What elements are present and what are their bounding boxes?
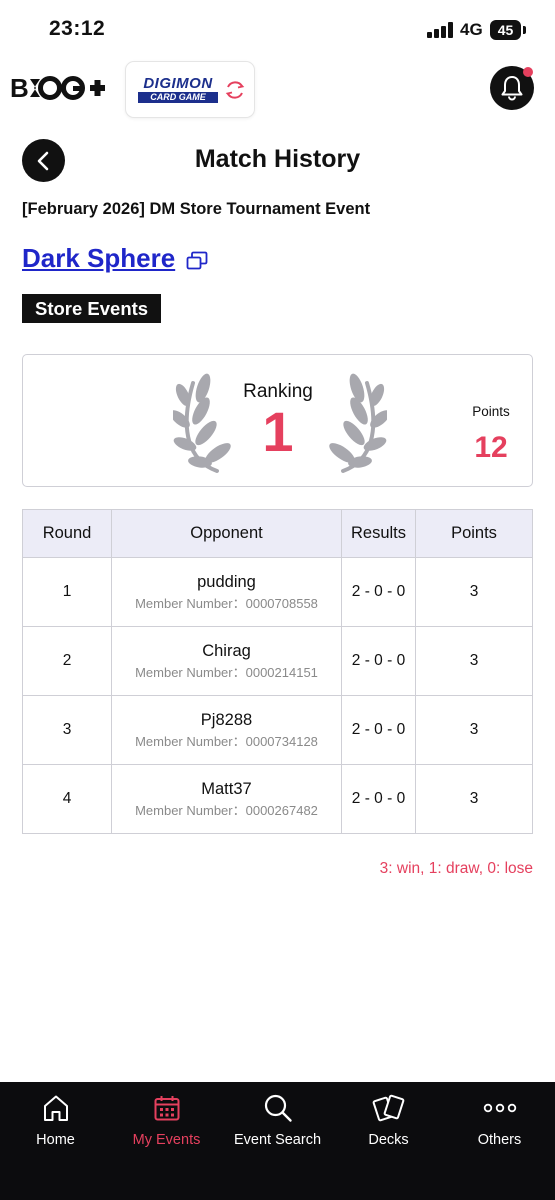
member-number: Member Number：0000214151 [135, 665, 318, 680]
opponent-cell: Pj8288 Member Number：0000734128 [111, 695, 342, 765]
bottom-nav: Home My Events Event Search Decks Others [0, 1082, 555, 1200]
more-icon [483, 1103, 516, 1113]
points-cell: 3 [415, 764, 533, 834]
table-row: 2 Chirag Member Number：0000214151 2 - 0 … [22, 626, 533, 696]
round-cell: 4 [22, 764, 112, 834]
table-row: 3 Pj8288 Member Number：0000734128 2 - 0 … [22, 695, 533, 765]
opponent-name: Matt37 [201, 780, 252, 798]
battery-icon: 45 [490, 20, 521, 40]
round-cell: 1 [22, 557, 112, 627]
table-header-row: Round Opponent Results Points [22, 509, 533, 558]
svg-text:B: B [10, 74, 29, 102]
opponent-name: Chirag [202, 642, 251, 660]
header-round: Round [22, 509, 112, 558]
opponent-cell: Chirag Member Number：0000214151 [111, 626, 342, 696]
round-cell: 2 [22, 626, 112, 696]
round-cell: 3 [22, 695, 112, 765]
nav-home[interactable]: Home [0, 1082, 111, 1162]
laurel-right-icon [329, 373, 387, 473]
results-cell: 2 - 0 - 0 [341, 557, 416, 627]
results-cell: 2 - 0 - 0 [341, 626, 416, 696]
member-number: Member Number：0000734128 [135, 734, 318, 749]
points-cell: 3 [415, 557, 533, 627]
game-selector[interactable]: DIGIMON CARD GAME [125, 61, 255, 118]
nav-my-events-label: My Events [132, 1132, 201, 1148]
battery-tip [523, 26, 526, 34]
nav-event-search[interactable]: Event Search [222, 1082, 333, 1162]
nav-decks[interactable]: Decks [333, 1082, 444, 1162]
opponent-cell: pudding Member Number：0000708558 [111, 557, 342, 627]
nav-others-label: Others [477, 1132, 522, 1148]
points-cell: 3 [415, 695, 533, 765]
points-cell: 3 [415, 626, 533, 696]
bell-icon [501, 76, 523, 101]
app-header: B DIGIMON CARD GAME [0, 58, 555, 120]
cards-icon [372, 1094, 404, 1122]
signal-icon [427, 22, 454, 38]
member-number: Member Number：0000708558 [135, 596, 318, 611]
points-label: Points [472, 404, 510, 419]
search-icon [264, 1094, 292, 1122]
event-name: [February 2026] DM Store Tournament Even… [22, 200, 371, 218]
nav-decks-label: Decks [368, 1132, 409, 1148]
table-row: 1 pudding Member Number：0000708558 2 - 0… [22, 557, 533, 627]
home-icon [43, 1095, 68, 1121]
switch-game-icon [225, 81, 245, 99]
results-cell: 2 - 0 - 0 [341, 695, 416, 765]
results-cell: 2 - 0 - 0 [341, 764, 416, 834]
category-tag: Store Events [22, 294, 162, 323]
network-type: 4G [460, 20, 483, 39]
opponent-name: pudding [197, 573, 256, 591]
nav-home-label: Home [36, 1132, 75, 1148]
store-link[interactable]: Dark Sphere [22, 243, 175, 274]
bcg-plus-logo[interactable]: B [10, 74, 106, 102]
opponent-cell: Matt37 Member Number：0000267482 [111, 764, 342, 834]
page-title: Match History [194, 145, 361, 173]
status-time: 23:12 [49, 17, 106, 40]
external-window-icon[interactable] [186, 251, 208, 271]
status-bar: 23:12 4G 45 [0, 0, 555, 58]
points-value: 12 [474, 431, 508, 464]
opponent-name: Pj8288 [200, 711, 253, 729]
scoring-legend: 3: win, 1: draw, 0: lose [379, 860, 533, 877]
nav-event-search-label: Event Search [233, 1132, 322, 1148]
header-points: Points [415, 509, 533, 558]
header-opponent: Opponent [111, 509, 342, 558]
calendar-icon [154, 1096, 179, 1121]
game-logo-subtitle: CARD GAME [138, 92, 218, 103]
header-results: Results [341, 509, 416, 558]
nav-others[interactable]: Others [444, 1082, 555, 1162]
store-row: Dark Sphere [22, 243, 208, 274]
nav-my-events[interactable]: My Events [111, 1082, 222, 1162]
notification-dot [523, 67, 533, 77]
game-logo-title: DIGIMON [143, 75, 213, 92]
digimon-logo: DIGIMON CARD GAME [138, 76, 218, 103]
member-number: Member Number：0000267482 [135, 803, 318, 818]
table-row: 4 Matt37 Member Number：0000267482 2 - 0 … [22, 764, 533, 834]
ranking-card: Ranking 1 Points 12 [22, 354, 533, 487]
match-table: Round Opponent Results Points 1 pudding … [22, 509, 533, 834]
